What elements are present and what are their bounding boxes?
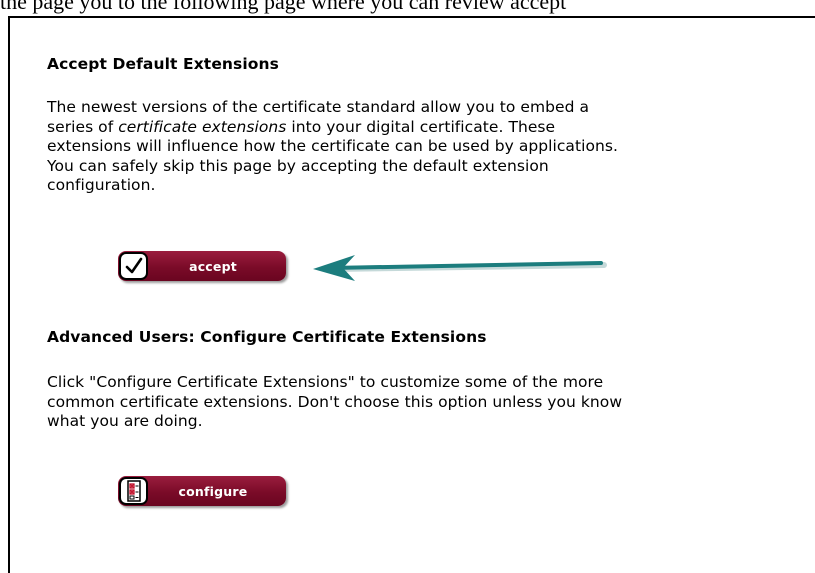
accept-description-line-4: You can safely skip this page by accepti…	[47, 156, 549, 175]
accept-description-line-2-post: into your digital certificate. These	[286, 117, 556, 136]
accept-heading: Accept Default Extensions	[47, 55, 280, 73]
configure-description-line-3: what you are doing.	[47, 412, 203, 430]
accept-button-label: accept	[189, 258, 237, 274]
checklist-icon	[119, 477, 148, 505]
configure-button-label: configure	[178, 483, 248, 499]
accept-description: The newest versions of the certificate s…	[47, 98, 802, 196]
configure-heading: Advanced Users: Configure Certificate Ex…	[47, 328, 487, 346]
accept-description-line-5: configuration.	[47, 176, 156, 194]
accept-description-line-1: The newest versions of the certificate s…	[47, 98, 589, 116]
extensions-panel: Accept Default Extensions The newest ver…	[8, 16, 815, 573]
checkmark-icon	[119, 252, 148, 280]
accept-description-line-2-pre: series of	[47, 117, 119, 136]
accept-description-emphasis: certificate extensions	[118, 117, 287, 136]
accept-button[interactable]: accept	[118, 251, 286, 281]
configure-button[interactable]: configure	[118, 476, 286, 506]
configure-description: Click "Configure Certificate Extensions"…	[47, 373, 802, 432]
accept-description-line-3: extensions will influence how the certif…	[47, 137, 618, 155]
top-caption: the page you to the following page where…	[0, 0, 567, 14]
pointer-arrow-icon	[313, 255, 607, 281]
configure-description-line-2: common certificate extensions. Don't cho…	[47, 392, 623, 411]
configure-description-line-1: Click "Configure Certificate Extensions"…	[47, 373, 604, 391]
